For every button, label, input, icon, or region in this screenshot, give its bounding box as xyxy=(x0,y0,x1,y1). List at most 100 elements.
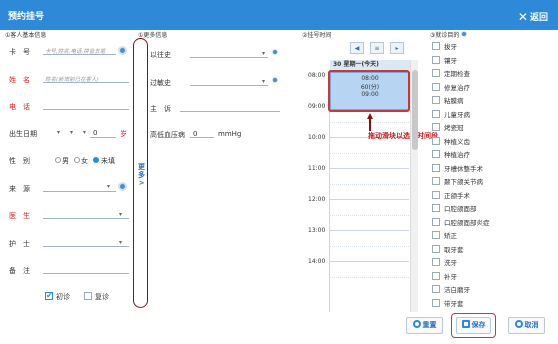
calendar-scroll-thumb[interactable] xyxy=(412,70,418,150)
source-dropdown[interactable] xyxy=(43,182,116,192)
purpose-checkbox[interactable] xyxy=(432,245,440,253)
calendar-prev-button[interactable]: ◀ xyxy=(350,42,364,54)
more-toggle-text: 更 多 > xyxy=(135,163,148,187)
purpose-checkbox[interactable] xyxy=(432,137,440,145)
hour-label: 10:00 xyxy=(308,134,326,141)
nurse-label: 护 士 xyxy=(9,240,30,248)
drag-hint-annotation: 拖动滑块以选择时间段 xyxy=(368,132,438,140)
purpose-checkbox[interactable] xyxy=(432,150,440,158)
hour-label: 11:00 xyxy=(308,165,326,172)
purpose-item-label: 儿童牙病 xyxy=(444,111,470,119)
half-hour-gridline xyxy=(329,277,409,278)
purpose-settings-gear-icon[interactable] xyxy=(461,31,467,37)
more-info-toggle[interactable]: 更 多 > xyxy=(133,38,148,308)
hour-gridline xyxy=(329,261,409,262)
revisit-checkbox[interactable] xyxy=(84,292,92,300)
doctor-dropdown[interactable] xyxy=(43,209,129,219)
history-settings-gear-icon[interactable] xyxy=(272,49,278,55)
half-hour-gridline xyxy=(329,184,409,185)
back-button[interactable]: ✕ 返回 xyxy=(517,9,548,24)
hour-label: 08:00 xyxy=(308,72,326,79)
gender-female-radio[interactable] xyxy=(74,157,80,163)
purpose-item-label: 牙槽休整手术 xyxy=(444,165,483,173)
cancel-label: 取消 xyxy=(524,321,539,329)
purpose-title: ③就诊目的 xyxy=(430,32,460,39)
phone-input[interactable] xyxy=(43,100,129,110)
purpose-checkbox[interactable] xyxy=(432,164,440,172)
refresh-icon xyxy=(412,320,421,328)
hour-gridline xyxy=(329,230,409,231)
purpose-checkbox[interactable] xyxy=(432,204,440,212)
history-label: 以往史 xyxy=(150,51,171,59)
purpose-item-label: 矫正 xyxy=(444,232,457,240)
birth-month-dropdown[interactable]: ▾ xyxy=(70,129,73,136)
purpose-item-label: 带牙套 xyxy=(444,300,464,308)
nurse-chevron-down-icon[interactable]: ▾ xyxy=(119,239,122,246)
note-label: 备 注 xyxy=(9,267,30,275)
calendar-scrollbar[interactable] xyxy=(410,60,418,312)
hour-label: 13:00 xyxy=(308,227,326,234)
arrow-up-icon xyxy=(367,113,373,131)
purpose-checkbox[interactable] xyxy=(432,96,440,104)
calendar-next-button[interactable]: ▸ xyxy=(390,42,404,54)
allergy-chevron-down-icon[interactable]: ▾ xyxy=(262,78,265,85)
gender-unknown-radio[interactable] xyxy=(93,157,99,163)
card-settings-gear-icon[interactable] xyxy=(118,46,127,55)
purpose-checkbox[interactable] xyxy=(432,285,440,293)
history-chevron-down-icon[interactable]: ▾ xyxy=(262,50,265,57)
purpose-checkbox[interactable] xyxy=(432,258,440,266)
nurse-dropdown[interactable] xyxy=(43,237,129,247)
purpose-checkbox[interactable] xyxy=(432,69,440,77)
cancel-button[interactable]: 取消 xyxy=(508,317,545,334)
hour-gridline xyxy=(329,199,409,200)
complaint-label: 主 诉 xyxy=(150,105,171,113)
card-label: 卡 号 xyxy=(9,48,30,56)
bp-value: 0 xyxy=(193,130,198,138)
first-visit-checkbox[interactable]: ✔ xyxy=(45,292,53,300)
gender-male-radio[interactable] xyxy=(55,157,61,163)
purpose-checkbox[interactable] xyxy=(432,177,440,185)
purpose-checkbox[interactable] xyxy=(432,191,440,199)
note-input[interactable] xyxy=(43,264,129,274)
purpose-checkbox[interactable] xyxy=(432,231,440,239)
hour-label: 09:00 xyxy=(308,103,326,110)
purpose-checkbox[interactable] xyxy=(432,42,440,50)
title-bar: 预约挂号 ✕ 返回 xyxy=(0,0,558,30)
allergy-settings-gear-icon[interactable] xyxy=(272,77,278,83)
allergy-dropdown[interactable] xyxy=(190,76,268,86)
complaint-input[interactable] xyxy=(180,102,280,112)
purpose-checkbox[interactable] xyxy=(432,272,440,280)
half-hour-gridline xyxy=(329,153,409,154)
source-label: 来 源 xyxy=(9,185,30,193)
phone-label: 电 话 xyxy=(9,103,30,111)
source-settings-gear-icon[interactable] xyxy=(118,182,127,191)
purpose-checkbox[interactable] xyxy=(432,110,440,118)
age-input[interactable] xyxy=(90,128,116,138)
purpose-item-label: 洁白磨牙 xyxy=(444,286,470,294)
gender-label: 性 别 xyxy=(9,157,30,165)
purpose-checkbox[interactable] xyxy=(432,299,440,307)
more-toggle-char-1: 更 xyxy=(138,163,145,171)
history-dropdown[interactable] xyxy=(190,48,268,58)
schedule-title: ②挂号时间 xyxy=(302,32,332,39)
birth-year-dropdown[interactable]: ▾ xyxy=(57,129,60,136)
doctor-chevron-down-icon[interactable]: ▾ xyxy=(119,211,122,218)
purpose-checkbox[interactable] xyxy=(432,123,440,131)
age-unit: 岁 xyxy=(120,130,127,138)
purpose-checkbox[interactable] xyxy=(432,218,440,226)
purpose-item-label: 取牙套 xyxy=(444,246,464,254)
purpose-checkbox[interactable] xyxy=(432,83,440,91)
calendar-day-header: 30 星期一(今天) xyxy=(330,60,410,70)
purpose-checkbox[interactable] xyxy=(432,56,440,64)
purpose-item-label: 种植义齿 xyxy=(444,138,470,146)
purpose-item-label: 粘膜病 xyxy=(444,97,464,105)
more-toggle-char-2: 多 xyxy=(138,171,145,179)
close-icon: ✕ xyxy=(517,10,528,24)
bp-label: 高低血压病 xyxy=(150,131,185,139)
source-chevron-down-icon[interactable]: ▾ xyxy=(107,183,110,190)
revisit-label: 复诊 xyxy=(95,293,109,301)
calendar-list-button[interactable]: ≡ xyxy=(370,42,384,54)
birth-day-dropdown[interactable]: ▾ xyxy=(83,129,86,136)
reset-button[interactable]: 重置 xyxy=(406,317,443,334)
gender-unknown-label: 未填 xyxy=(101,157,115,165)
